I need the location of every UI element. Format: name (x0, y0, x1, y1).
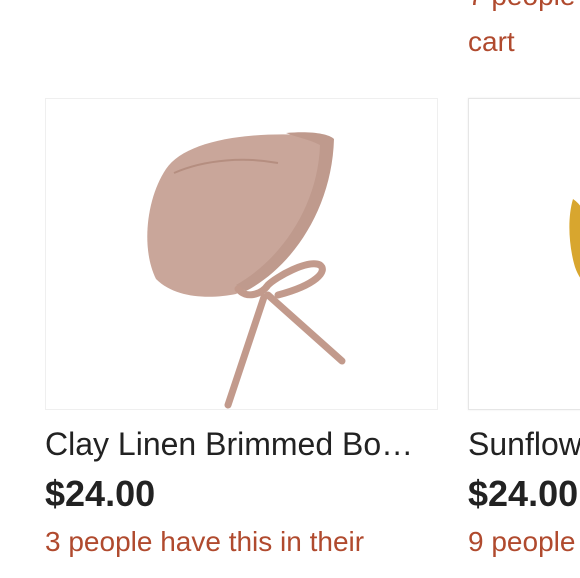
product-image[interactable] (45, 98, 438, 410)
product-image[interactable] (468, 98, 580, 410)
product-title[interactable]: Clay Linen Brimmed Bo… (45, 424, 438, 464)
product-title[interactable]: Sunflow (468, 424, 580, 464)
product-card[interactable]: Sunflow $24.00 9 people (468, 98, 580, 560)
product-social-proof: 9 people (468, 526, 576, 557)
product-social-proof: 3 people have this in their (45, 526, 365, 557)
product-card[interactable]: Clay Linen Brimmed Bo… $24.00 3 people h… (45, 98, 438, 560)
product-price: $24.00 (468, 473, 579, 514)
bonnet-icon (147, 132, 346, 409)
previous-product-social-line1: 7 people (468, 0, 575, 12)
mustard-hat-icon (569, 199, 580, 278)
previous-product-social-line2: cart (468, 26, 515, 57)
product-price: $24.00 (45, 473, 156, 514)
